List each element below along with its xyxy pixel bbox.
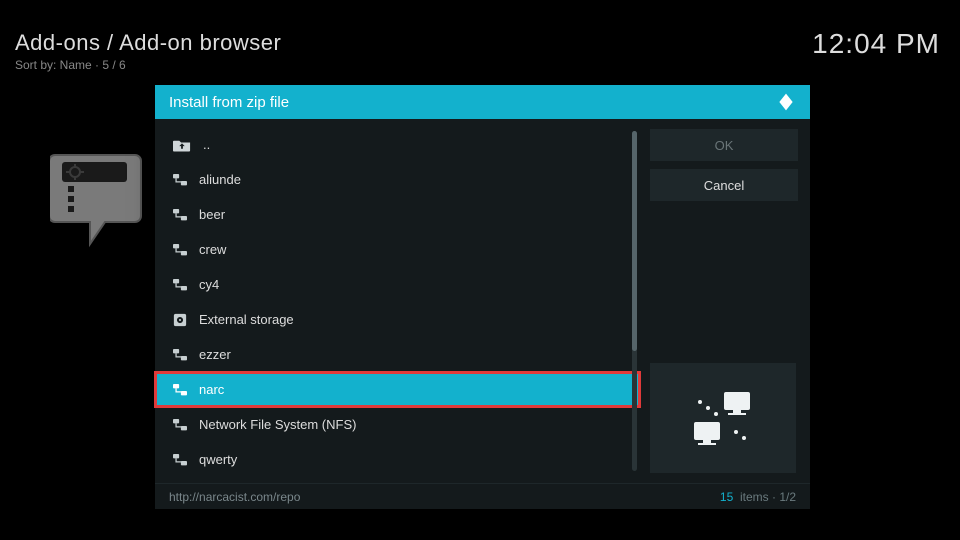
file-item-crew[interactable]: crew (155, 232, 640, 267)
network-preview-icon (688, 388, 758, 448)
network-share-icon (173, 244, 187, 256)
drive-icon (173, 313, 187, 327)
dialog-title: Install from zip file (169, 94, 289, 111)
ok-button[interactable]: OK (650, 129, 798, 161)
dialog-footer: http://narcacist.com/repo 15 items · 1/2 (155, 483, 810, 509)
footer-path: http://narcacist.com/repo (169, 490, 300, 504)
file-item-parent[interactable]: .. (155, 127, 640, 162)
install-zip-dialog: Install from zip file .. aliunde (155, 85, 810, 509)
file-item-label: aliunde (199, 172, 241, 187)
file-item-label: .. (203, 137, 210, 152)
file-item-external-storage[interactable]: External storage (155, 302, 640, 337)
file-item-label: crew (199, 242, 226, 257)
file-item-nfs[interactable]: Network File System (NFS) (155, 407, 640, 442)
network-share-icon (173, 419, 187, 431)
file-item-label: beer (199, 207, 225, 222)
folder-up-icon (173, 138, 191, 152)
network-share-icon (173, 454, 187, 466)
dialog-header: Install from zip file (155, 85, 810, 119)
scrollbar[interactable] (632, 131, 637, 471)
cancel-button[interactable]: Cancel (650, 169, 798, 201)
file-item-beer[interactable]: beer (155, 197, 640, 232)
network-share-icon (173, 384, 187, 396)
file-item-label: Network File System (NFS) (199, 417, 356, 432)
preview-thumbnail (650, 363, 796, 473)
network-share-icon (173, 174, 187, 186)
file-list: .. aliunde beer (155, 119, 640, 483)
clock: 12:04 PM (812, 28, 940, 60)
file-item-label: qwerty (199, 452, 237, 467)
footer-item-count: 15 items · 1/2 (720, 490, 796, 504)
scrollthumb[interactable] (632, 131, 637, 351)
file-item-qwerty[interactable]: qwerty (155, 442, 640, 477)
file-item-cy4[interactable]: cy4 (155, 267, 640, 302)
network-share-icon (173, 279, 187, 291)
sort-status: Sort by: Name · 5 / 6 (15, 58, 281, 72)
file-item-aliunde[interactable]: aliunde (155, 162, 640, 197)
file-item-label: ezzer (199, 347, 231, 362)
dialog-side-column: OK Cancel (640, 119, 810, 483)
file-item-label: cy4 (199, 277, 219, 292)
file-item-ezzer[interactable]: ezzer (155, 337, 640, 372)
network-share-icon (173, 349, 187, 361)
file-item-narc[interactable]: narc (155, 372, 640, 407)
breadcrumb: Add-ons / Add-on browser Sort by: Name ·… (15, 30, 281, 72)
page-title: Add-ons / Add-on browser (15, 30, 281, 56)
kodi-logo-icon (776, 92, 796, 112)
network-share-icon (173, 209, 187, 221)
file-item-label: narc (199, 382, 224, 397)
dialog-shadow (155, 509, 810, 521)
file-item-label: External storage (199, 312, 294, 327)
